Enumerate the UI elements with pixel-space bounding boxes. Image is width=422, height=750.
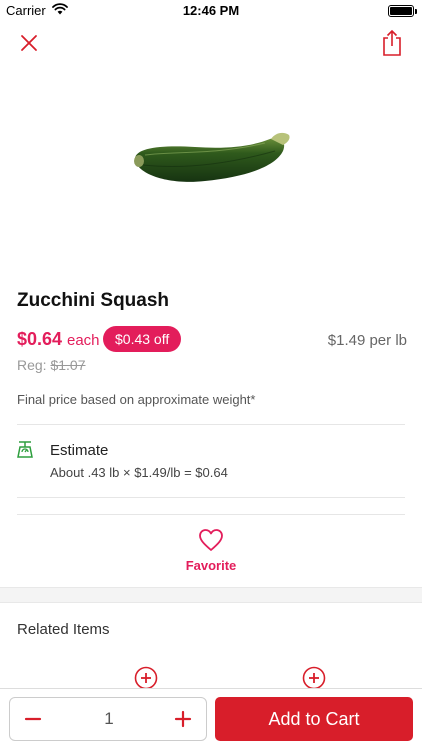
estimate-title: Estimate: [50, 442, 109, 459]
favorite-button[interactable]: Favorite: [0, 528, 422, 573]
zucchini-image: [134, 132, 290, 182]
add-to-cart-button[interactable]: Add to Cart: [215, 697, 413, 741]
quantity-stepper: 1: [9, 697, 207, 741]
related-items-heading: Related Items: [17, 621, 110, 638]
add-related-item-icon[interactable]: [302, 666, 326, 690]
divider: [17, 424, 405, 425]
estimate-detail: About .43 lb × $1.49/lb = $0.64: [50, 465, 228, 480]
price-per-lb: $1.49 per lb: [327, 332, 407, 349]
divider: [17, 514, 405, 515]
status-bar: Carrier 12:46 PM: [0, 0, 422, 22]
battery-icon: [388, 5, 417, 17]
regular-price: Reg: $1.07: [17, 357, 86, 373]
close-icon[interactable]: [16, 30, 42, 56]
favorite-label: Favorite: [185, 558, 237, 573]
discount-badge: $0.43 off: [103, 326, 182, 352]
regular-price-label: Reg:: [17, 357, 47, 373]
divider: [17, 497, 405, 498]
weight-disclaimer: Final price based on approximate weight*: [17, 392, 256, 407]
sale-price: $0.64: [17, 329, 63, 349]
heart-icon: [199, 529, 223, 551]
bottom-cart-bar: 1 Add to Cart: [0, 688, 422, 750]
minus-icon[interactable]: [20, 706, 46, 732]
plus-icon[interactable]: [170, 706, 196, 732]
add-related-item-icon[interactable]: [134, 666, 158, 690]
price-row: $0.64 each $0.43 off $1.49 per lb: [17, 326, 407, 354]
clock: 12:46 PM: [182, 3, 240, 18]
scale-icon: [17, 441, 33, 458]
share-icon[interactable]: [380, 28, 404, 58]
regular-price-value: $1.07: [50, 357, 86, 373]
product-title: Zucchini Squash: [17, 290, 170, 311]
price-unit: each: [67, 332, 100, 349]
section-separator: [0, 587, 422, 603]
quantity-value[interactable]: 1: [60, 709, 158, 729]
